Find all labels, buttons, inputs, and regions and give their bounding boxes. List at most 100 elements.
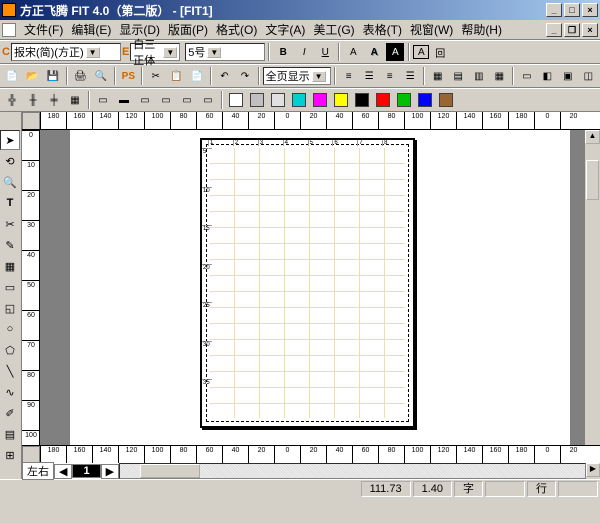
save-button[interactable]: 💾 [43, 66, 63, 86]
extra4-button[interactable]: ◫ [579, 66, 599, 86]
frame5-button[interactable]: ▭ [177, 90, 197, 110]
frame6-button[interactable]: ▭ [198, 90, 218, 110]
zoom-tool[interactable]: 🔍 [0, 172, 20, 192]
grid3-button[interactable]: ▥ [469, 66, 489, 86]
page-prev-button[interactable]: ◀ [54, 464, 72, 479]
ellipse-tool[interactable]: ○ [0, 319, 20, 339]
preview-button[interactable]: 🔍 [91, 66, 111, 86]
menu-美工(G)[interactable]: 美工(G) [309, 21, 358, 39]
font-style-dropdown[interactable]: 白三正体▼ [130, 43, 180, 61]
scroll-up-button[interactable]: ▲ [585, 130, 600, 144]
mdi-close-button[interactable]: × [582, 23, 598, 37]
reverse-button[interactable]: A [385, 42, 405, 62]
mdi-restore-button[interactable]: ❐ [564, 23, 580, 37]
frame4-button[interactable]: ▭ [156, 90, 176, 110]
ps-button[interactable]: PS [119, 66, 139, 86]
color-red[interactable] [373, 90, 393, 110]
menu-格式(O)[interactable]: 格式(O) [212, 21, 261, 39]
undo-button[interactable]: ↶ [215, 66, 235, 86]
layout4-button[interactable]: ▦ [65, 90, 85, 110]
pointer-tool[interactable]: ➤ [0, 130, 20, 150]
color-cyan[interactable] [289, 90, 309, 110]
print-button[interactable]: 🖨 [71, 66, 91, 86]
gradient-tool[interactable]: ▦ [0, 256, 20, 276]
scrollbar-horizontal[interactable] [119, 463, 586, 479]
color-magenta[interactable] [310, 90, 330, 110]
pen-tool[interactable]: ✐ [0, 403, 20, 423]
shadow-button[interactable]: A [364, 42, 384, 62]
crop-tool[interactable]: ✂ [0, 214, 20, 234]
page-leftright-label[interactable]: 左右 [22, 462, 54, 480]
underline-button[interactable]: U [315, 42, 335, 62]
new-button[interactable]: 📄 [2, 66, 22, 86]
line-tool[interactable]: ╲ [0, 361, 20, 381]
align-justify-button[interactable]: ☰ [400, 66, 420, 86]
font-size-dropdown[interactable]: 5号▼ [185, 43, 265, 61]
menu-视窗(W)[interactable]: 视窗(W) [406, 21, 457, 39]
grid2-button[interactable]: ▤ [449, 66, 469, 86]
color-gray[interactable] [247, 90, 267, 110]
page-next-button[interactable]: ▶ [101, 464, 119, 479]
paste-button[interactable]: 📄 [187, 66, 207, 86]
menu-帮助(H)[interactable]: 帮助(H) [457, 21, 506, 39]
paper-area[interactable]: 12345678 5101520253035 [40, 130, 584, 445]
grid-tool[interactable]: ⊞ [0, 445, 20, 465]
color-blue[interactable] [415, 90, 435, 110]
frame1-button[interactable]: ▭ [93, 90, 113, 110]
outline-button[interactable]: A [343, 42, 363, 62]
bold-button[interactable]: B [273, 42, 293, 62]
close-button[interactable]: × [582, 3, 598, 17]
align-right-button[interactable]: ≡ [380, 66, 400, 86]
extra2-button[interactable]: ◧ [538, 66, 558, 86]
layout-toolbar: ╬ ╫ ╪ ▦ ▭ ▬ ▭ ▭ ▭ ▭ [0, 88, 600, 112]
layout2-button[interactable]: ╫ [23, 90, 43, 110]
color-green[interactable] [394, 90, 414, 110]
page-current[interactable]: 1 [72, 464, 100, 478]
roundrect-tool[interactable]: ◱ [0, 298, 20, 318]
eyedrop-tool[interactable]: ✎ [0, 235, 20, 255]
text-tool[interactable]: T [0, 193, 20, 213]
color-yellow[interactable] [331, 90, 351, 110]
color-ltgray[interactable] [268, 90, 288, 110]
mdi-minimize-button[interactable]: _ [546, 23, 562, 37]
scroll-thumb-v[interactable] [586, 160, 599, 200]
rotate-tool[interactable]: ⟲ [0, 151, 20, 171]
brush-tool[interactable]: ∿ [0, 382, 20, 402]
italic-button[interactable]: I [294, 42, 314, 62]
layout3-button[interactable]: ╪ [44, 90, 64, 110]
menu-表格(T)[interactable]: 表格(T) [359, 21, 406, 39]
open-button[interactable]: 📂 [23, 66, 43, 86]
color-white[interactable] [226, 90, 246, 110]
font-family-dropdown[interactable]: 报宋(简)(方正)▼ [11, 43, 121, 61]
redo-button[interactable]: ↷ [235, 66, 255, 86]
align-center-button[interactable]: ☰ [359, 66, 379, 86]
align-left-button[interactable]: ≡ [339, 66, 359, 86]
grid1-button[interactable]: ▦ [428, 66, 448, 86]
menu-文字(A)[interactable]: 文字(A) [261, 21, 309, 39]
extra1-button[interactable]: ▭ [517, 66, 537, 86]
scroll-thumb-h[interactable] [140, 464, 200, 478]
color-black[interactable] [352, 90, 372, 110]
color-brown[interactable] [436, 90, 456, 110]
rect-tool[interactable]: ▭ [0, 277, 20, 297]
box1-button[interactable]: A [413, 45, 429, 59]
box2-button[interactable]: 回 [430, 42, 450, 62]
frame2-button[interactable]: ▬ [114, 90, 134, 110]
copy-button[interactable]: 📋 [167, 66, 187, 86]
layers-tool[interactable]: ▤ [0, 424, 20, 444]
layout1-button[interactable]: ╬ [2, 90, 22, 110]
menu-编辑(E)[interactable]: 编辑(E) [67, 21, 115, 39]
zoom-dropdown[interactable]: 全页显示▼ [263, 67, 331, 85]
extra3-button[interactable]: ▣ [558, 66, 578, 86]
maximize-button[interactable]: □ [564, 3, 580, 17]
polygon-tool[interactable]: ⬠ [0, 340, 20, 360]
minimize-button[interactable]: _ [546, 3, 562, 17]
scrollbar-vertical[interactable]: ▲ [584, 130, 600, 445]
cut-button[interactable]: ✂ [146, 66, 166, 86]
grid4-button[interactable]: ▦ [490, 66, 510, 86]
scroll-right-button[interactable]: ▶ [586, 463, 600, 477]
menu-文件(F)[interactable]: 文件(F) [20, 21, 67, 39]
menu-版面(P)[interactable]: 版面(P) [164, 21, 212, 39]
page[interactable]: 12345678 5101520253035 [200, 138, 415, 428]
frame3-button[interactable]: ▭ [135, 90, 155, 110]
